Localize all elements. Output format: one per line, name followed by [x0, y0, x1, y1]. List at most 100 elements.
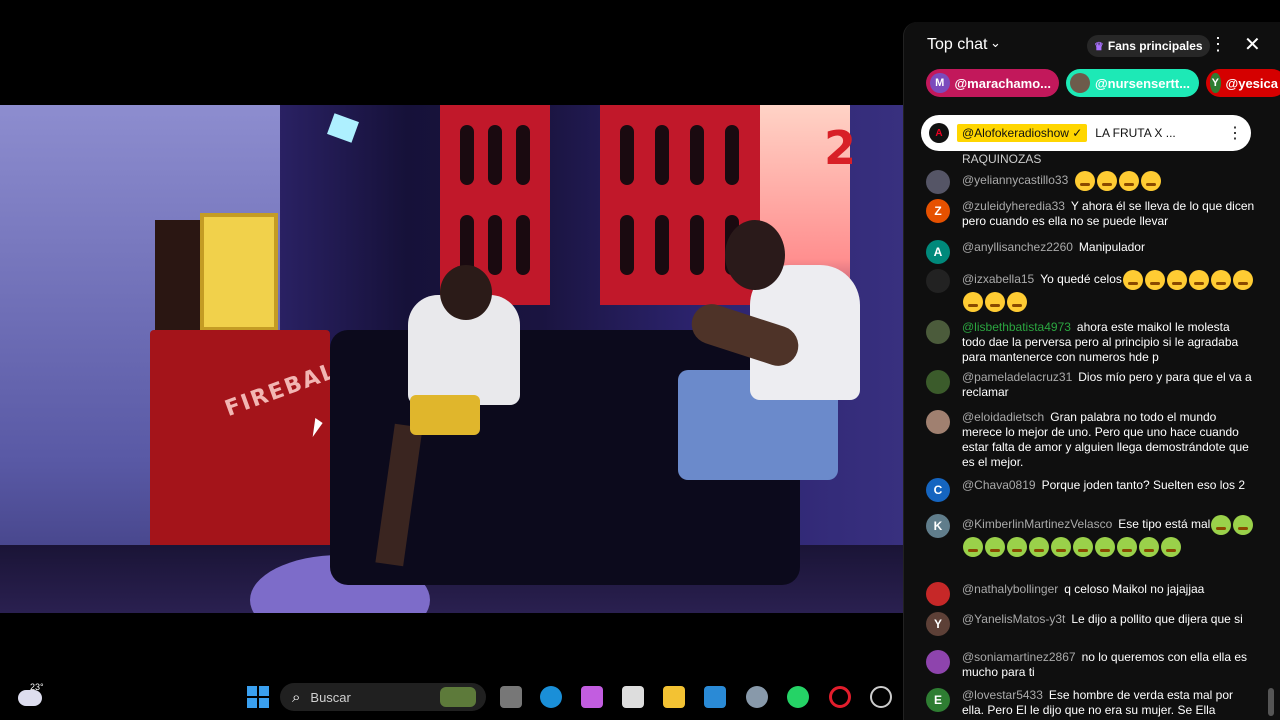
chat-author[interactable]: @soniamartinez2867 — [962, 650, 1076, 664]
emoji-icon — [1095, 537, 1115, 557]
ticker-item[interactable]: Y @yesica — [1206, 69, 1280, 97]
more-options-icon[interactable]: ⋮ — [1209, 34, 1227, 55]
chat-message[interactable]: @izxabella15 Yo quedé celos — [926, 269, 1256, 313]
chat-message-body: @pameladelacruz31 Dios mío pero y para qu… — [962, 370, 1256, 400]
chat-message[interactable]: Z @zuleidyheredia33 Y ahora él se lleva de… — [926, 199, 1256, 229]
chat-message-body: @eloidadietsch Gran palabra no todo el mu… — [962, 410, 1256, 470]
video-person-left-head — [440, 265, 492, 320]
chat-text: Ese tipo está mal — [1118, 517, 1211, 532]
pinned-message[interactable]: A @Alofokeradioshow ✓ LA FRUTA X ... ⋮ — [921, 115, 1251, 151]
chat-author[interactable]: @anyllisanchez2260 — [962, 240, 1073, 254]
chat-message-body: @anyllisanchez2260 Manipulador — [962, 240, 1145, 264]
chat-author[interactable]: @zuleidyheredia33 — [962, 199, 1065, 213]
video-player[interactable]: 2 FIREBALL — [0, 105, 903, 613]
emoji-icon — [1188, 270, 1209, 290]
avatar — [926, 650, 950, 674]
avatar — [926, 170, 950, 194]
opera-icon[interactable] — [829, 686, 851, 708]
chat-message-list: RAQUINOZAS @yeliannycastillo33 Z @zuleidyhe… — [904, 152, 1280, 720]
avatar — [926, 269, 950, 293]
chat-message-body: @nathalybollinger q celoso Maikol no jaja… — [962, 582, 1204, 606]
chat-message[interactable]: K @KimberlinMartinezVelasco Ese tipo está … — [926, 514, 1256, 558]
emoji-icon — [1139, 537, 1159, 557]
more-options-icon[interactable]: ⋮ — [1227, 123, 1243, 143]
emoji-icon — [985, 292, 1005, 312]
chat-message[interactable]: @eloidadietsch Gran palabra no todo el mu… — [926, 410, 1256, 470]
emoji-icon — [1051, 537, 1071, 557]
settings-icon[interactable] — [746, 686, 768, 708]
chat-text: Le dijo a pollito que dijera que si — [1071, 612, 1243, 626]
app-icon[interactable] — [704, 686, 726, 708]
cloud-icon — [18, 690, 42, 706]
chat-author[interactable]: @izxabella15 — [962, 272, 1034, 286]
chat-message-body: @soniamartinez2867 no lo queremos con ell… — [962, 650, 1256, 680]
store-icon[interactable] — [622, 686, 644, 708]
fans-principales-button[interactable]: ♛ Fans principales — [1087, 35, 1210, 57]
avatar — [926, 370, 950, 394]
chat-text: Yo quedé celos — [1040, 272, 1122, 287]
clock-app-icon[interactable] — [870, 686, 892, 708]
screen: 2 FIREBALL Top chat ⌄ ♛ Fans principales… — [0, 0, 1280, 720]
emoji-icon — [1233, 515, 1254, 535]
ticker-item[interactable]: M @marachamo... — [926, 69, 1059, 97]
emoji-icon — [1232, 270, 1253, 290]
video-person-right-head — [725, 220, 785, 290]
chat-message[interactable]: Y @YanelisMatos-y3t Le dijo a pollito que … — [926, 612, 1256, 636]
chat-message-body: @izxabella15 Yo quedé celos — [962, 269, 1256, 313]
pinned-author: @Alofokeradioshow ✓ — [957, 124, 1088, 142]
chat-message[interactable]: A @anyllisanchez2260 Manipulador — [926, 240, 1256, 264]
search-label: Buscar — [310, 689, 351, 705]
edge-browser-icon[interactable] — [540, 686, 562, 708]
emoji-icon — [963, 537, 983, 557]
chat-author[interactable]: @yeliannycastillo33 — [962, 173, 1068, 187]
emoji-icon — [1117, 537, 1137, 557]
chat-author[interactable]: @eloidadietsch — [962, 410, 1044, 424]
chat-author[interactable]: @lisbethbatista4973 — [962, 320, 1071, 334]
emoji-icon — [1097, 171, 1118, 191]
chat-message-body: @yeliannycastillo33 — [962, 170, 1162, 194]
avatar — [926, 582, 950, 606]
pinned-avatar: A — [929, 123, 949, 143]
chat-message[interactable]: E @lovestar5433 Ese hombre de verda esta m… — [926, 688, 1256, 718]
ticker-name: @marachamo... — [954, 75, 1052, 91]
chat-author[interactable]: @lovestar5433 — [962, 688, 1043, 702]
chevron-down-icon[interactable]: ⌄ — [990, 35, 1001, 51]
whatsapp-icon[interactable] — [787, 686, 809, 708]
chat-author[interactable]: @YanelisMatos-y3t — [962, 612, 1065, 626]
chat-message[interactable]: @lisbethbatista4973 ahora este maikol le … — [926, 320, 1256, 365]
fans-principales-label: Fans principales — [1107, 39, 1203, 53]
chat-message[interactable]: @soniamartinez2867 no lo queremos con ell… — [926, 650, 1256, 680]
avatar — [926, 320, 950, 344]
chat-message[interactable]: @yeliannycastillo33 — [926, 170, 1256, 194]
emoji-icon — [1166, 270, 1187, 290]
ticker-item[interactable]: @nursensertt... — [1066, 69, 1199, 97]
video-sign-number: 2 — [824, 121, 857, 175]
chat-scrollbar[interactable] — [1268, 688, 1274, 716]
emoji-icon — [1075, 171, 1096, 191]
task-view-icon[interactable] — [500, 686, 522, 708]
video-lamp — [327, 113, 359, 143]
weather-temperature: 23° — [30, 682, 44, 692]
chat-author[interactable]: @KimberlinMartinezVelasco — [962, 517, 1112, 531]
chat-author[interactable]: @Chava0819 — [962, 478, 1036, 492]
emoji-icon — [1210, 270, 1231, 290]
close-icon[interactable]: ✕ — [1244, 32, 1261, 57]
avatar: A — [926, 240, 950, 264]
chat-message-body: @lovestar5433 Ese hombre de verda esta ma… — [962, 688, 1256, 718]
chat-message[interactable]: @nathalybollinger q celoso Maikol no jaja… — [926, 582, 1256, 606]
chat-text: RAQUINOZAS — [962, 152, 1042, 166]
chat-message[interactable]: C @Chava0819 Porque joden tanto? Suelten e… — [926, 478, 1256, 502]
file-explorer-icon[interactable] — [663, 686, 685, 708]
taskbar-search[interactable]: ⌕ Buscar — [280, 683, 486, 711]
avatar — [1070, 73, 1090, 93]
chat-mode-title[interactable]: Top chat — [927, 36, 987, 54]
chat-author[interactable]: @pameladelacruz31 — [962, 370, 1072, 384]
emoji-icon — [1161, 537, 1181, 557]
windows-start-icon[interactable] — [247, 686, 269, 708]
avatar: Z — [926, 199, 950, 223]
chat-message[interactable]: @pameladelacruz31 Dios mío pero y para qu… — [926, 370, 1256, 400]
copilot-icon[interactable] — [581, 686, 603, 708]
chat-header: Top chat ⌄ ♛ Fans principales ⋮ ✕ — [904, 22, 1280, 68]
chat-author[interactable]: @nathalybollinger — [962, 582, 1058, 596]
avatar: M — [930, 73, 950, 93]
